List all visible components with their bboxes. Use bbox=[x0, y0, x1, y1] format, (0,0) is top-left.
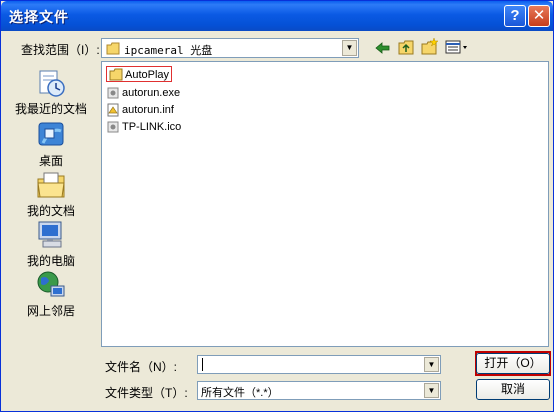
filename-combobox[interactable]: ▼ bbox=[197, 355, 441, 374]
file-name: autorun.inf bbox=[122, 103, 174, 116]
list-item[interactable]: AutoPlay bbox=[106, 66, 173, 83]
lookin-value: ipcameral 光盘 bbox=[124, 44, 213, 57]
help-button[interactable]: ? bbox=[504, 5, 526, 27]
my-computer-icon bbox=[38, 221, 62, 248]
sidebar-item-mycomputer[interactable]: 我的电脑 bbox=[6, 219, 96, 269]
sidebar-item-network[interactable]: 网上邻居 bbox=[6, 269, 96, 319]
sidebar-item-label: 网上邻居 bbox=[26, 304, 75, 318]
list-item[interactable]: autorun.exe bbox=[106, 85, 180, 101]
filetype-value: 所有文件（*.*） bbox=[201, 387, 279, 399]
filename-label: 文件名（N）: bbox=[105, 360, 178, 374]
up-folder-icon[interactable] bbox=[398, 39, 414, 55]
inf-file-icon bbox=[107, 103, 119, 117]
filetype-label: 文件类型（T）: bbox=[105, 386, 188, 400]
recent-documents-icon bbox=[39, 70, 65, 97]
selected-item-highlight: AutoPlay bbox=[106, 66, 173, 82]
sidebar-item-desktop[interactable]: 桌面 bbox=[6, 119, 96, 169]
my-documents-icon bbox=[37, 172, 65, 198]
chevron-down-icon[interactable]: ▼ bbox=[342, 40, 357, 56]
folder-icon bbox=[109, 68, 123, 81]
network-places-icon bbox=[37, 271, 65, 297]
list-item[interactable]: autorun.inf bbox=[106, 102, 174, 118]
new-folder-icon[interactable] bbox=[421, 38, 439, 55]
chevron-down-icon[interactable]: ▼ bbox=[424, 383, 439, 398]
list-item[interactable]: TP-LINK.ico bbox=[106, 119, 181, 135]
file-name: TP-LINK.ico bbox=[122, 120, 182, 133]
sidebar-item-label: 桌面 bbox=[38, 154, 63, 168]
ico-file-icon bbox=[107, 121, 119, 133]
chevron-down-icon[interactable]: ▼ bbox=[424, 357, 439, 372]
filetype-select[interactable]: 所有文件（*.*） ▼ bbox=[197, 381, 441, 400]
sidebar-item-label: 我的电脑 bbox=[26, 254, 75, 268]
lookin-combobox[interactable]: ipcameral 光盘 ▼ bbox=[101, 38, 359, 58]
sidebar-item-mydocuments[interactable]: 我的文档 bbox=[6, 169, 96, 219]
sidebar-item-label: 我的文档 bbox=[26, 204, 75, 218]
file-list[interactable]: AutoPlay autorun.exe autorun.inf TP-LINK… bbox=[101, 61, 549, 347]
text-caret bbox=[202, 358, 203, 371]
places-bar: 我最近的文档 桌面 我的文档 我的电脑 网上邻居 bbox=[6, 61, 96, 386]
exe-file-icon bbox=[107, 87, 119, 99]
title-bar[interactable]: 选择文件 ? ✕ bbox=[1, 1, 553, 31]
back-arrow-icon[interactable] bbox=[375, 41, 391, 55]
views-menu-icon[interactable] bbox=[445, 40, 469, 54]
cdrom-folder-icon bbox=[106, 42, 120, 55]
sidebar-item-label: 我最近的文档 bbox=[14, 102, 87, 116]
close-button[interactable]: ✕ bbox=[528, 5, 550, 27]
dialog-title: 选择文件 bbox=[9, 9, 69, 25]
file-open-dialog: 选择文件 ? ✕ 查找范围（I）: ipcameral 光盘 ▼ 我最近的文档 … bbox=[0, 0, 554, 412]
cancel-button[interactable]: 取消 bbox=[476, 379, 550, 400]
open-button[interactable]: 打开（O） bbox=[476, 353, 550, 374]
sidebar-item-recent[interactable]: 我最近的文档 bbox=[6, 67, 96, 117]
lookin-label: 查找范围（I）: bbox=[21, 43, 100, 57]
file-name: autorun.exe bbox=[122, 86, 181, 99]
file-name: AutoPlay bbox=[125, 68, 170, 81]
desktop-icon bbox=[38, 122, 64, 146]
